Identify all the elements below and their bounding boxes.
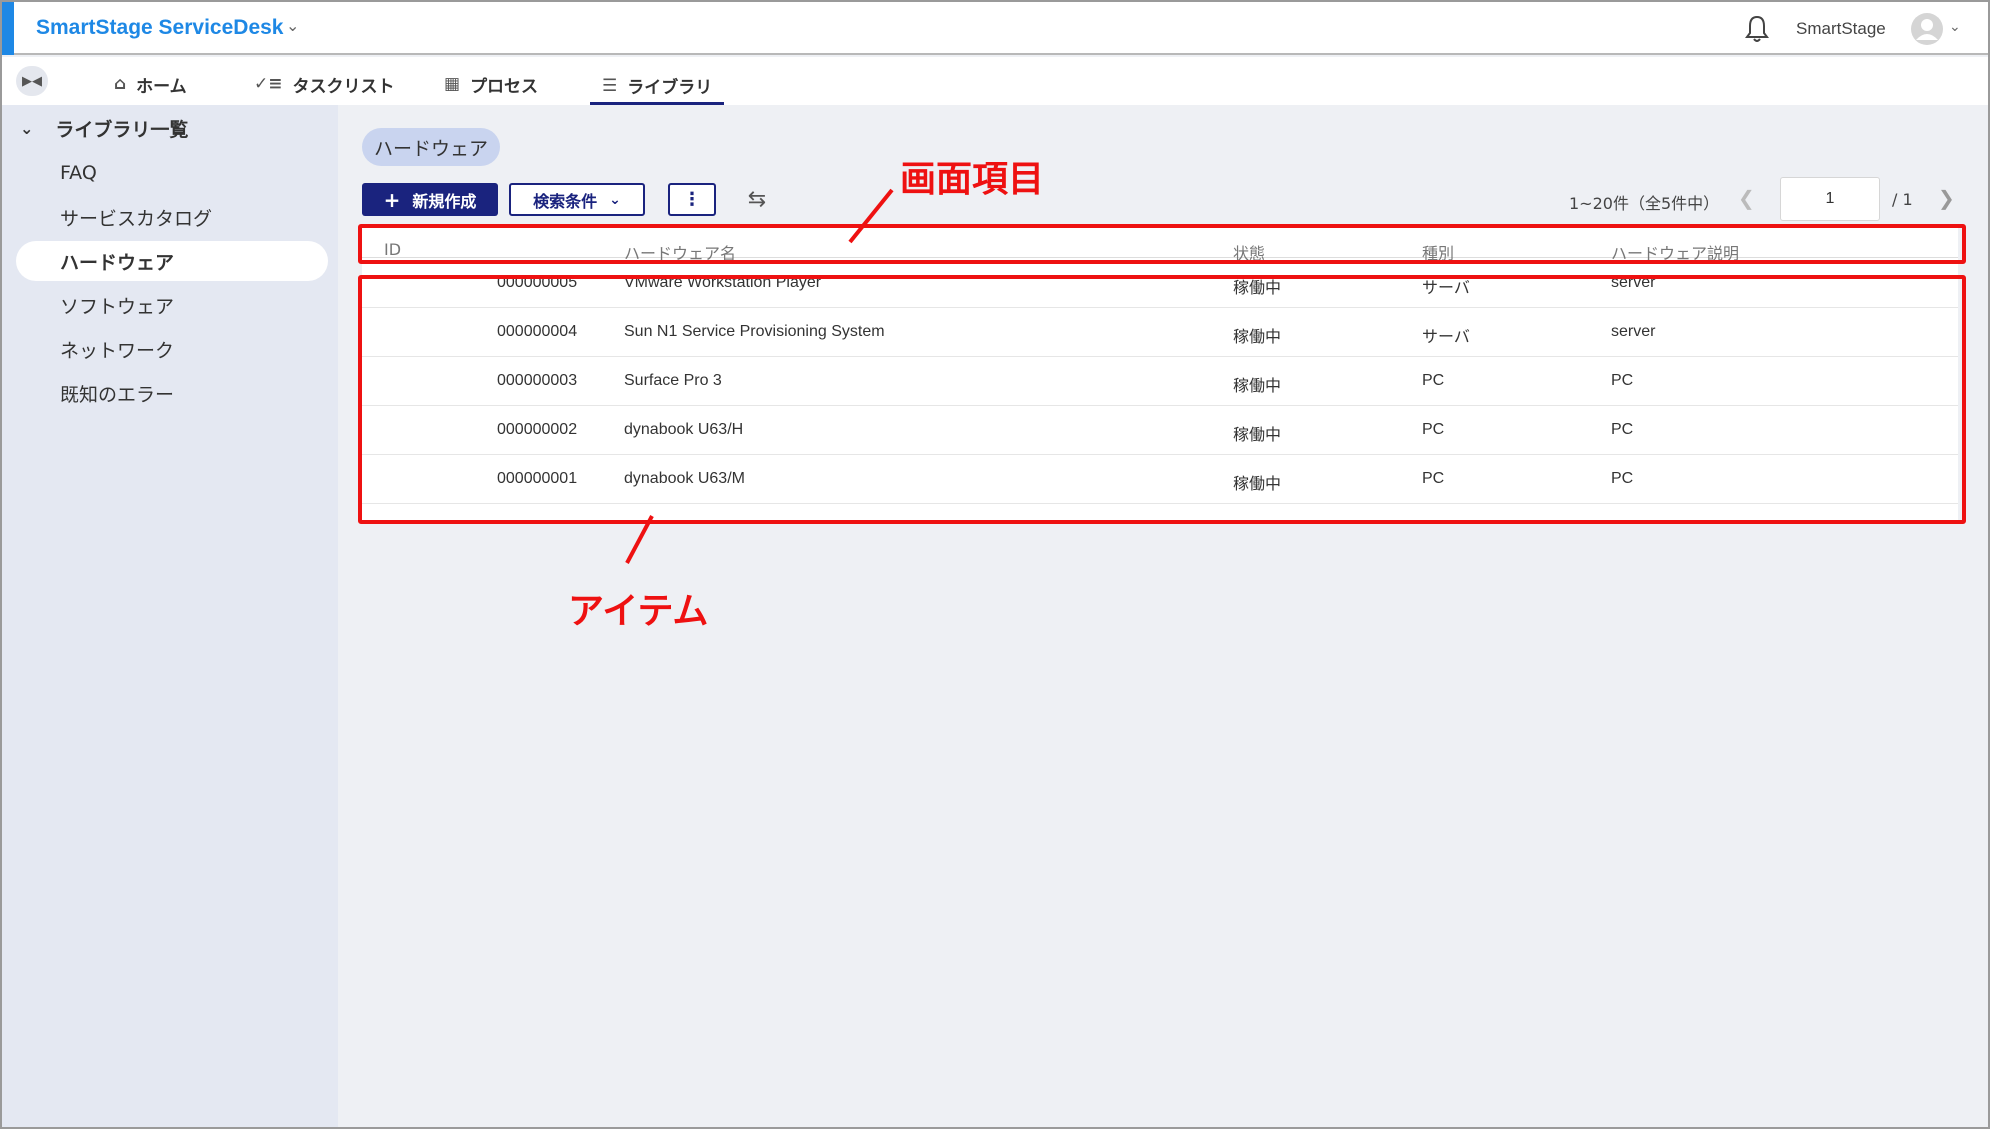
- annotation-label-header: 画面項目: [900, 159, 1045, 200]
- leader-line-items: [625, 515, 654, 564]
- app-window: SmartStage ServiceDesk ⌄ SmartStage ⌄ ▶◀…: [0, 0, 1990, 1129]
- annotation-label-items: アイテム: [568, 591, 709, 632]
- leader-line-header: [848, 188, 894, 244]
